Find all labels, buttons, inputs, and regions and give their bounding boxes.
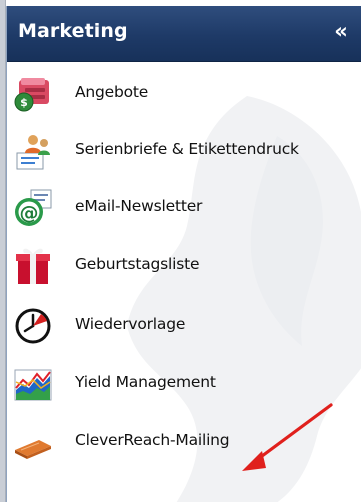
menu-item-label: eMail-Newsletter xyxy=(75,197,203,215)
menu-item-serienbriefe[interactable]: Serienbriefe & Etikettendruck xyxy=(7,123,361,175)
menu-item-label: Yield Management xyxy=(75,373,216,391)
svg-text:$: $ xyxy=(20,96,28,109)
menu-item-yield-management[interactable]: Yield Management xyxy=(7,356,361,408)
offers-icon: $ xyxy=(14,78,49,112)
menu-item-wiedervorlage[interactable]: Wiedervorlage xyxy=(7,298,361,350)
marketing-panel: Marketing « $ Angebote Serienbriefe & Et… xyxy=(6,6,361,502)
panel-header: Marketing « xyxy=(7,6,361,62)
mail-merge-icon xyxy=(16,135,50,170)
gift-icon xyxy=(16,248,50,284)
menu-item-label: Geburtstagsliste xyxy=(75,255,200,273)
menu-item-label: Serienbriefe & Etikettendruck xyxy=(75,140,299,158)
svg-text:@: @ xyxy=(20,202,39,224)
email-newsletter-icon: @ xyxy=(15,189,52,226)
clock-icon xyxy=(15,308,51,344)
menu-item-label: Angebote xyxy=(75,83,149,101)
menu-item-label: CleverReach-Mailing xyxy=(75,431,230,449)
menu-item-angebote[interactable]: $ Angebote xyxy=(7,66,361,118)
cleverreach-icon xyxy=(15,440,51,459)
collapse-panel-button[interactable]: « xyxy=(330,18,352,44)
chart-icon xyxy=(14,369,52,401)
menu-item-label: Wiedervorlage xyxy=(75,315,186,333)
screenshot-frame: Marketing « $ Angebote Serienbriefe & Et… xyxy=(0,0,361,502)
menu-item-cleverreach-mailing[interactable]: CleverReach-Mailing xyxy=(7,414,361,466)
panel-title: Marketing xyxy=(18,20,128,42)
menu-item-geburtstagsliste[interactable]: Geburtstagsliste xyxy=(7,238,361,290)
menu-item-email-newsletter[interactable]: @ eMail-Newsletter xyxy=(7,180,361,232)
